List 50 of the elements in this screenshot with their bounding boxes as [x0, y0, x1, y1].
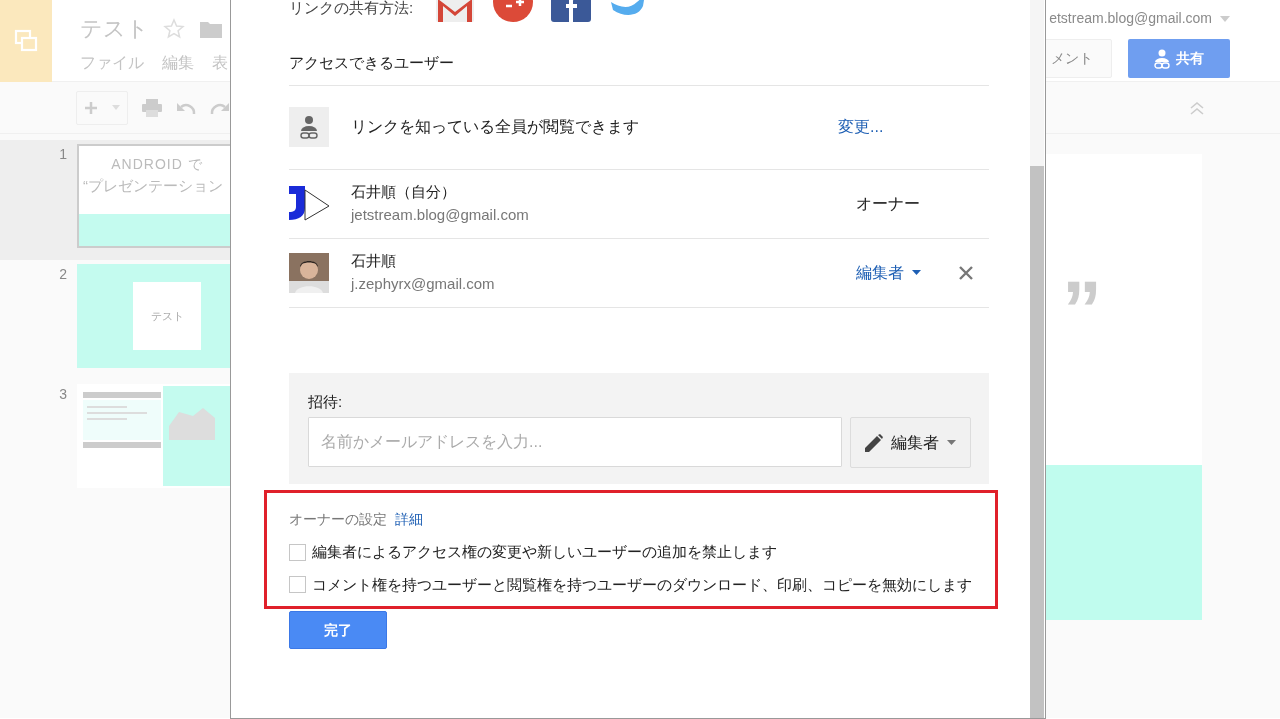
option-label: 編集者によるアクセス権の変更や新しいユーザーの追加を禁止します — [312, 542, 777, 562]
user-name: 石井順（自分） — [351, 182, 457, 202]
share-button[interactable]: 共有 — [1128, 39, 1230, 78]
collapse-icon[interactable] — [1190, 100, 1204, 115]
caret-icon — [912, 270, 921, 275]
checkbox[interactable] — [289, 576, 306, 594]
section-heading: アクセスできるユーザー — [289, 52, 989, 86]
slide-title: ANDROID で — [110, 155, 204, 174]
slide-title: ” — [1062, 263, 1102, 356]
caret-icon — [1220, 15, 1230, 22]
user-name: 石井順 — [351, 251, 397, 271]
role-dropdown[interactable]: 編集者 — [856, 260, 921, 285]
role-label: オーナー — [856, 193, 920, 214]
pencil-icon — [865, 433, 883, 452]
mail-icon[interactable] — [435, 0, 476, 22]
undo-icon[interactable] — [176, 100, 196, 115]
menu-item[interactable]: 表 — [212, 54, 228, 71]
change-link[interactable]: 変更... — [838, 115, 884, 139]
user-email: jetstream.blog@gmail.com — [351, 204, 530, 225]
logo-avatar-icon — [289, 183, 329, 224]
user-email: j.zephyrx@gmail.com — [351, 273, 496, 294]
print-icon[interactable] — [142, 98, 162, 117]
account-email[interactable]: etstream.blog@gmail.com — [1049, 8, 1212, 29]
menu-item[interactable]: ファイル — [80, 54, 144, 71]
add-button[interactable] — [76, 90, 128, 125]
slide-title: “プレゼンテーション — [82, 176, 224, 196]
link-access-text: リンクを知っている全員が閲覧できます — [351, 117, 640, 137]
person-link-icon — [1154, 48, 1170, 69]
caret-icon — [111, 105, 120, 110]
slides-icon — [14, 29, 38, 53]
document-title[interactable]: テスト — [80, 12, 149, 45]
permission-button[interactable]: 編集者 — [850, 417, 971, 468]
menu-item[interactable]: 編集 — [162, 54, 194, 71]
share-label: リンクの共有方法: — [289, 0, 414, 18]
checkbox[interactable] — [289, 543, 306, 561]
scrollbar[interactable] — [1030, 166, 1044, 718]
slide-text: テスト — [150, 308, 184, 324]
option-label: コメント権を持つユーザーと閲覧権を持つユーザーのダウンロード、印刷、コピーを無効にします — [312, 574, 972, 595]
invite-label: 招待: — [308, 391, 344, 412]
done-button[interactable]: 完了 — [289, 611, 387, 649]
input-field[interactable]: 名前かメールアドレスを入力... — [308, 417, 842, 467]
details-link[interactable]: 詳細 — [395, 511, 423, 527]
star-icon[interactable] — [163, 17, 185, 40]
settings-label: オーナーの設定 — [289, 511, 387, 527]
close-icon — [959, 266, 973, 281]
facebook-icon[interactable] — [551, 0, 592, 22]
caret-icon — [947, 440, 956, 445]
plus-icon — [84, 101, 97, 114]
person-link-icon — [289, 107, 329, 147]
google-plus-icon[interactable] — [493, 0, 534, 22]
